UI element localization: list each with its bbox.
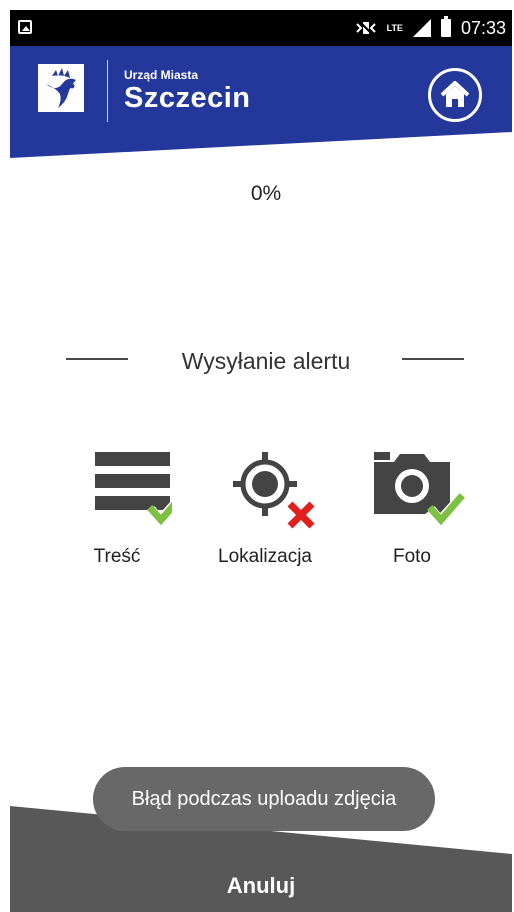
upload-progress-percent: 0% xyxy=(250,182,282,205)
city-logo xyxy=(38,64,84,112)
status-time: 07:33 xyxy=(460,17,506,38)
cancel-button[interactable]: Anuluj xyxy=(10,860,512,912)
status-bar: LTE 07:33 xyxy=(10,10,512,46)
step-content: Treść xyxy=(47,448,187,568)
lte-indicator: LTE xyxy=(386,22,403,33)
title-divider-right xyxy=(402,358,464,360)
signal-icon xyxy=(412,19,431,37)
error-x-icon xyxy=(287,501,315,529)
location-crosshair-icon xyxy=(233,452,315,529)
brand-subtitle: Urząd Miasta xyxy=(124,68,199,82)
home-button[interactable] xyxy=(428,68,482,122)
step-photo: Foto xyxy=(342,448,482,568)
vibrate-icon xyxy=(355,20,377,36)
gallery-notification-icon xyxy=(18,20,32,34)
step-photo-label: Foto xyxy=(392,546,432,567)
section-title: Wysyłanie alertu xyxy=(181,348,351,374)
home-icon xyxy=(440,81,470,107)
error-toast: Błąd podczas uploadu zdjęcia xyxy=(93,767,435,831)
step-content-label: Treść xyxy=(93,546,141,567)
brand-city-name: Szczecin xyxy=(124,82,251,114)
camera-icon xyxy=(374,452,467,532)
list-icon xyxy=(95,452,187,532)
section-title-row: Wysyłanie alertu xyxy=(0,348,514,378)
header-divider xyxy=(107,60,108,122)
step-location: Lokalizacja xyxy=(195,448,335,568)
battery-icon xyxy=(440,16,451,37)
step-location-label: Lokalizacja xyxy=(218,546,312,567)
